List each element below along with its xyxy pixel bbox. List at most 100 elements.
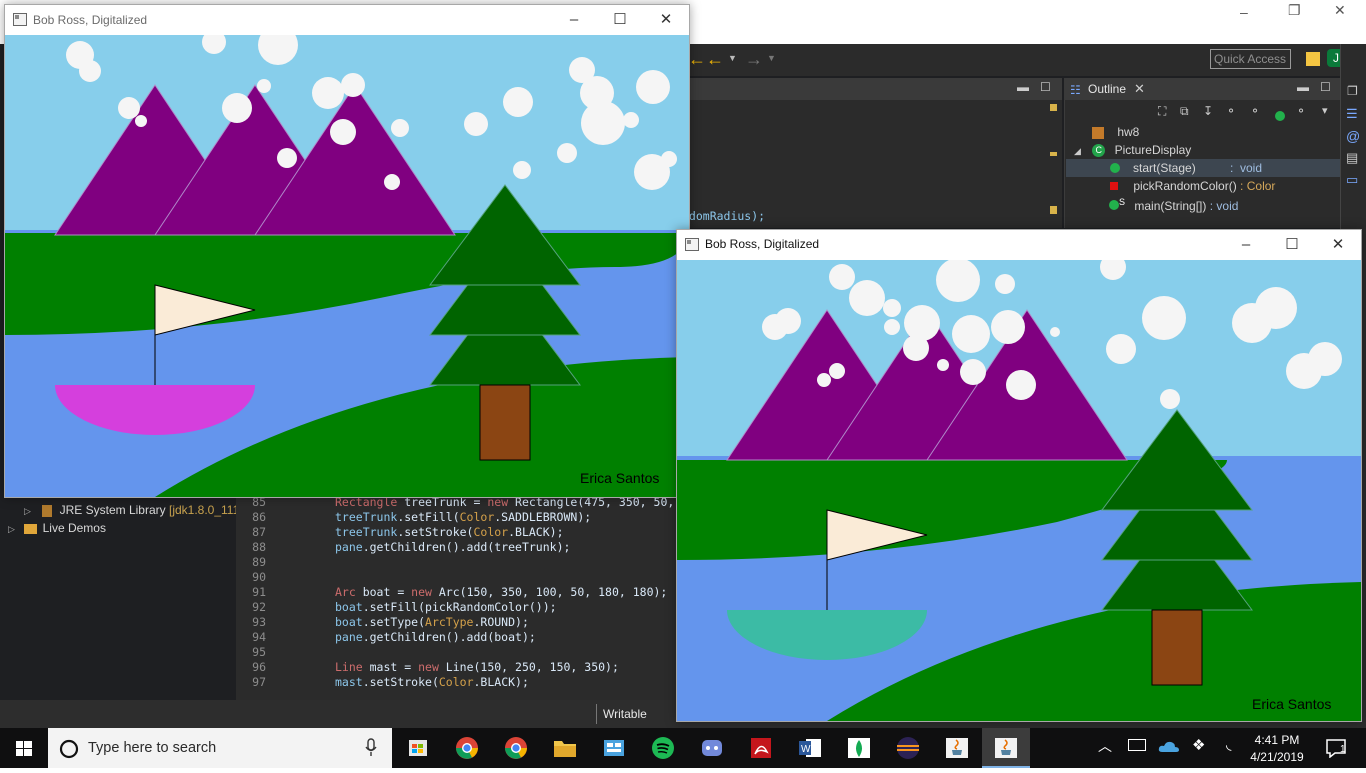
line-number: 86: [252, 510, 266, 524]
expand-arrow-icon[interactable]: ▷: [24, 506, 31, 516]
taskbar-acrobat[interactable]: [737, 728, 785, 768]
taskbar-control-panel[interactable]: [590, 728, 638, 768]
taskbar-store[interactable]: [394, 728, 442, 768]
restore-icon[interactable]: ❐: [1347, 84, 1358, 98]
expand-arrow-icon[interactable]: ◢: [1074, 146, 1081, 156]
hide-static-icon[interactable]: ⚬: [1250, 104, 1260, 118]
outline-minimize-button[interactable]: ▬: [1297, 80, 1309, 94]
link-icon[interactable]: ⧉: [1180, 104, 1189, 119]
back-arrow-icon[interactable]: ←: [688, 49, 706, 69]
taskbar-discord[interactable]: [688, 728, 736, 768]
line-number: 91: [252, 585, 266, 599]
outline-item-class[interactable]: ◢ C PictureDisplay: [1074, 143, 1191, 158]
clock-date[interactable]: 4/21/2019: [1250, 750, 1304, 764]
cloud: [118, 97, 140, 119]
open-perspective-icon[interactable]: [1306, 52, 1320, 66]
battery-icon[interactable]: [1128, 739, 1146, 751]
outline-item-start[interactable]: start(Stage) : void: [1066, 159, 1340, 177]
taskbar-java-app[interactable]: [982, 728, 1030, 768]
hide-fields-icon[interactable]: ⚬: [1226, 104, 1236, 118]
maximize-button[interactable]: ☐: [597, 5, 643, 35]
clock-time[interactable]: 4:41 PM: [1250, 733, 1304, 747]
minimize-button[interactable]: –: [1223, 230, 1269, 260]
maximize-button[interactable]: ☐: [1269, 230, 1315, 260]
app-window-1[interactable]: Bob Ross, Digitalized – ☐ ✕ Erica Santos: [4, 4, 690, 498]
chevron-down-icon[interactable]: ▼: [728, 53, 737, 63]
hide-nonpublic-icon[interactable]: [1275, 108, 1285, 126]
outline-item-package[interactable]: hw8: [1092, 125, 1139, 139]
collapse-all-icon[interactable]: ⛶: [1158, 104, 1166, 119]
taskbar-word[interactable]: W: [786, 728, 834, 768]
console-icon[interactable]: ▭: [1346, 172, 1358, 188]
chevron-down-icon-2[interactable]: ▼: [767, 53, 776, 63]
taskbar-java[interactable]: [933, 728, 981, 768]
code-token: boat: [335, 615, 363, 629]
onedrive-icon[interactable]: [1158, 738, 1180, 754]
ide-restore-button[interactable]: ❐: [1288, 2, 1301, 19]
taskbar-chrome-2[interactable]: [492, 728, 540, 768]
editor-minimize-button[interactable]: ▬: [1017, 80, 1029, 94]
taskbar-file-explorer[interactable]: [541, 728, 589, 768]
outline-tab[interactable]: Outline: [1088, 82, 1126, 96]
app-icon: [685, 238, 699, 251]
window-titlebar[interactable]: Bob Ross, Digitalized – ☐ ✕: [677, 230, 1361, 260]
cortana-icon[interactable]: [58, 738, 80, 760]
taskbar-mongodb[interactable]: [835, 728, 883, 768]
tree-item-live-demos[interactable]: ▷ Live Demos: [8, 521, 106, 535]
cloud: [883, 299, 901, 317]
microphone-icon[interactable]: [364, 738, 378, 758]
code-text: Line mast = new Line(150, 250, 150, 350)…: [335, 660, 619, 674]
code-token: .BLACK);: [508, 525, 564, 539]
wifi-icon[interactable]: ◟: [1226, 736, 1231, 753]
editor-maximize-button[interactable]: ☐: [1040, 80, 1051, 94]
code-token: Line(150, 250, 150, 350);: [445, 660, 619, 674]
overview-marker-3[interactable]: [1050, 206, 1057, 214]
store-icon: [409, 740, 427, 756]
code-token: .setFill(pickRandomColor());: [362, 600, 557, 614]
outline-item-main[interactable]: S main(String[]) : void: [1109, 197, 1238, 213]
cloud: [312, 77, 344, 109]
ide-minimize-button[interactable]: –: [1240, 4, 1248, 20]
cloud: [1050, 327, 1060, 337]
window-titlebar[interactable]: Bob Ross, Digitalized – ☐ ✕: [5, 5, 689, 35]
cloud: [135, 115, 147, 127]
file-explorer-icon: [554, 741, 576, 757]
task-list-icon[interactable]: ☰: [1346, 106, 1358, 122]
taskbar-chrome[interactable]: [443, 728, 491, 768]
overview-marker-2[interactable]: [1050, 152, 1057, 156]
method-return-type: void: [1216, 199, 1239, 213]
view-menu-icon[interactable]: ▾: [1322, 104, 1328, 117]
outline-item-pickrandomcolor[interactable]: pickRandomColor() : Color: [1110, 179, 1275, 193]
declaration-icon[interactable]: ▤: [1346, 150, 1358, 166]
hide-local-types-icon[interactable]: ⚬: [1296, 104, 1306, 118]
cloud: [960, 359, 986, 385]
code-token: .setStroke(: [397, 525, 474, 539]
back-arrow-icon-2[interactable]: ←: [706, 49, 724, 69]
tree-item-jre[interactable]: ▷ JRE System Library [jdk1.8.0_111]: [24, 503, 243, 517]
cloud: [829, 363, 845, 379]
class-icon: C: [1092, 144, 1106, 158]
close-button[interactable]: ✕: [1315, 230, 1361, 260]
cloud: [775, 308, 801, 334]
start-button[interactable]: [0, 728, 48, 768]
close-icon[interactable]: ✕: [1134, 81, 1145, 97]
ide-close-button[interactable]: ✕: [1334, 2, 1346, 19]
taskbar-eclipse[interactable]: [884, 728, 932, 768]
code-token: .getChildren().add(boat);: [362, 630, 536, 644]
forward-arrow-icon[interactable]: →: [745, 49, 763, 69]
minimize-button[interactable]: –: [551, 5, 597, 35]
chevron-up-icon[interactable]: ︿: [1098, 736, 1112, 756]
close-button[interactable]: ✕: [643, 5, 689, 35]
app-window-2[interactable]: Bob Ross, Digitalized – ☐ ✕ Erica Santos: [676, 229, 1362, 722]
outline-maximize-button[interactable]: ☐: [1320, 80, 1331, 94]
quick-access-input[interactable]: Quick Access: [1210, 49, 1291, 69]
artist-signature: Erica Santos: [1252, 696, 1331, 712]
overview-marker[interactable]: [1050, 104, 1057, 111]
expand-arrow-icon[interactable]: ▷: [8, 524, 15, 534]
taskbar-spotify[interactable]: [639, 728, 687, 768]
javadoc-icon[interactable]: @: [1346, 128, 1360, 144]
dropbox-icon[interactable]: ❖: [1192, 736, 1205, 754]
sort-icon[interactable]: ↧: [1203, 104, 1213, 118]
code-text: boat.setType(ArcType.ROUND);: [335, 615, 529, 629]
cloud: [995, 274, 1015, 294]
